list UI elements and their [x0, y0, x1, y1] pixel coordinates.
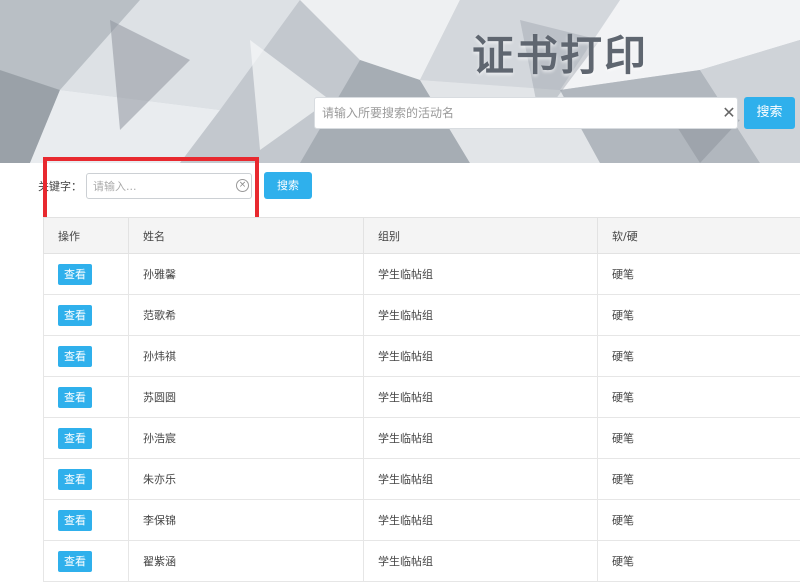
group-cell: 学生临帖组: [363, 540, 598, 582]
clear-icon[interactable]: ✕: [720, 103, 738, 123]
name-cell: 范歌希: [128, 294, 364, 336]
type-cell: 硬笔: [597, 376, 800, 418]
name-cell: 苏圆圆: [128, 376, 364, 418]
banner-background: [0, 0, 800, 163]
table-row: 查看 李保锦 学生临帖组 硬笔: [43, 499, 800, 541]
group-cell: 学生临帖组: [363, 499, 598, 541]
name-cell: 朱亦乐: [128, 458, 364, 500]
view-button[interactable]: 查看: [58, 509, 92, 531]
column-header-name: 姓名: [128, 217, 364, 254]
column-header-group: 组别: [363, 217, 598, 254]
table-header-row: 操作 姓名 组别 软/硬: [43, 217, 800, 254]
table-row: 查看 孙浩宸 学生临帖组 硬笔: [43, 417, 800, 459]
activity-search-button[interactable]: 搜索: [744, 97, 795, 129]
type-cell: 硬笔: [597, 540, 800, 582]
activity-search-input[interactable]: [315, 98, 711, 128]
action-cell: 查看: [43, 253, 129, 295]
header-banner: 证书打印 ✕ 搜索: [0, 0, 800, 163]
table-row: 查看 范歌希 学生临帖组 硬笔: [43, 294, 800, 336]
group-cell: 学生临帖组: [363, 417, 598, 459]
keyword-input[interactable]: [87, 174, 233, 198]
table-row: 查看 翟紫涵 学生临帖组 硬笔: [43, 540, 800, 582]
group-cell: 学生临帖组: [363, 376, 598, 418]
action-cell: 查看: [43, 376, 129, 418]
type-cell: 硬笔: [597, 499, 800, 541]
page-title: 证书打印: [472, 31, 649, 80]
view-button[interactable]: 查看: [58, 304, 92, 326]
type-cell: 硬笔: [597, 417, 800, 459]
name-cell: 李保锦: [128, 499, 364, 541]
keyword-search-button[interactable]: 搜索: [264, 172, 312, 199]
name-cell: 孙浩宸: [128, 417, 364, 459]
table-row: 查看 孙雅馨 学生临帖组 硬笔: [43, 253, 800, 295]
activity-search-box[interactable]: ✕: [314, 97, 738, 129]
type-cell: 硬笔: [597, 294, 800, 336]
keyword-field[interactable]: ×: [86, 173, 252, 199]
view-button[interactable]: 查看: [58, 386, 92, 408]
group-cell: 学生临帖组: [363, 335, 598, 377]
type-cell: 硬笔: [597, 335, 800, 377]
group-cell: 学生临帖组: [363, 294, 598, 336]
name-cell: 孙炜祺: [128, 335, 364, 377]
clear-circle-icon[interactable]: ×: [236, 179, 249, 192]
column-header-type: 软/硬: [597, 217, 800, 254]
table-row: 查看 苏圆圆 学生临帖组 硬笔: [43, 376, 800, 418]
type-cell: 硬笔: [597, 458, 800, 500]
certificate-table: 操作 姓名 组别 软/硬 查看 孙雅馨 学生临帖组 硬笔 查看 范歌希 学生临帖组 硬笔 查看孙…: [43, 217, 800, 582]
column-header-action: 操作: [43, 217, 129, 254]
group-cell: 学生临帖组: [363, 253, 598, 295]
type-cell: 硬笔: [597, 253, 800, 295]
action-cell: 查看: [43, 335, 129, 377]
action-cell: 查看: [43, 294, 129, 336]
view-button[interactable]: 查看: [58, 468, 92, 490]
view-button[interactable]: 查看: [58, 345, 92, 367]
view-button[interactable]: 查看: [58, 550, 92, 572]
action-cell: 查看: [43, 540, 129, 582]
action-cell: 查看: [43, 417, 129, 459]
view-button[interactable]: 查看: [58, 263, 92, 285]
action-cell: 查看: [43, 458, 129, 500]
table-row: 查看 孙炜祺 学生临帖组 硬笔: [43, 335, 800, 377]
view-button[interactable]: 查看: [58, 427, 92, 449]
table-row: 查看 朱亦乐 学生临帖组 硬笔: [43, 458, 800, 500]
name-cell: 翟紫涵: [128, 540, 364, 582]
keyword-label: 关键字：: [38, 180, 82, 193]
name-cell: 孙雅馨: [128, 253, 364, 295]
group-cell: 学生临帖组: [363, 458, 598, 500]
action-cell: 查看: [43, 499, 129, 541]
